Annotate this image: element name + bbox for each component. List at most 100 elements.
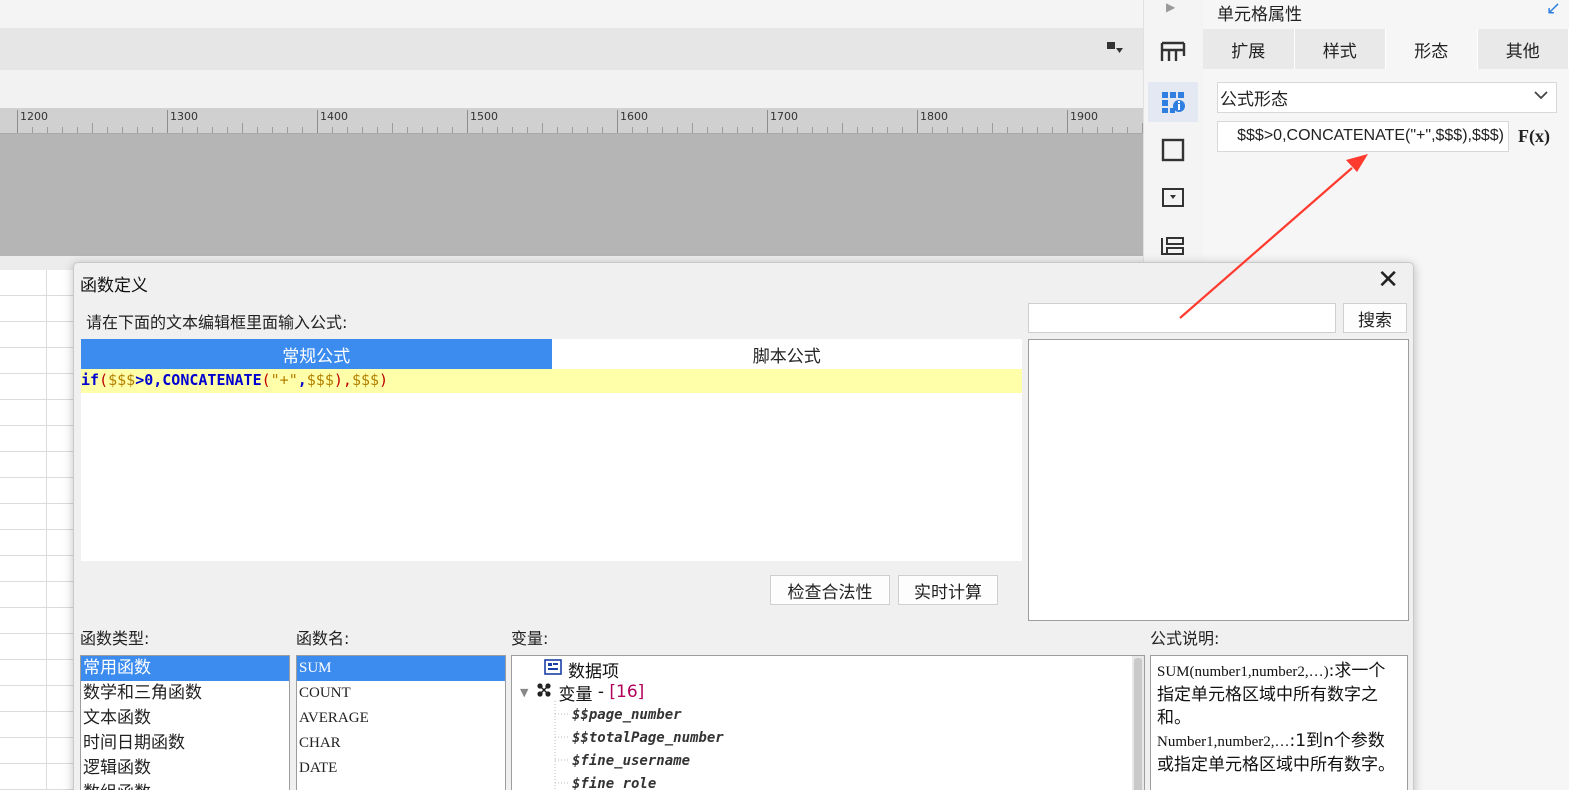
expand-arrow-icon[interactable]: ▶ — [1166, 0, 1175, 14]
tab-expand[interactable]: 扩展 — [1203, 29, 1295, 69]
list-item[interactable]: 文本函数 — [81, 706, 289, 731]
ruler-minor-tick — [797, 127, 798, 133]
ruler-minor-tick — [302, 127, 303, 133]
realtime-calc-button[interactable]: 实时计算 — [898, 575, 998, 605]
list-item[interactable]: SUM — [297, 656, 505, 681]
variable-scrollbar[interactable] — [1132, 656, 1144, 790]
ruler-minor-tick — [572, 127, 573, 133]
search-input[interactable] — [1028, 303, 1336, 333]
ruler-label: 1400 — [320, 110, 348, 123]
ruler-minor-tick — [362, 127, 363, 133]
tab-display[interactable]: 形态 — [1386, 29, 1478, 69]
ruler-minor-tick — [962, 127, 963, 133]
ruler-minor-tick — [782, 127, 783, 133]
function-definition-dialog: 函数定义 ✕ 请在下面的文本编辑框里面输入公式: 常规公式 脚本公式 if($$… — [73, 262, 1414, 790]
ruler-major-tick — [317, 110, 318, 133]
ruler-minor-tick — [707, 127, 708, 133]
ruler-label: 1600 — [620, 110, 648, 123]
tab-script-formula[interactable]: 脚本公式 — [552, 339, 1023, 369]
ruler-minor-tick — [197, 127, 198, 133]
function-name-list[interactable]: SUM COUNT AVERAGE CHAR DATE — [296, 655, 506, 790]
search-results[interactable] — [1028, 339, 1409, 621]
formula-editor[interactable]: if($$$>0,CONCATENATE("+",$$$),$$$) — [81, 369, 1022, 561]
ruler-minor-tick — [377, 127, 378, 133]
chevron-down-icon — [1534, 88, 1548, 104]
function-type-list[interactable]: 常用函数 数学和三角函数 文本函数 时间日期函数 逻辑函数 数组函数 — [80, 655, 290, 790]
list-item[interactable]: CHAR — [297, 731, 505, 756]
display-mode-value: 公式形态 — [1220, 90, 1288, 110]
list-item[interactable]: 时间日期函数 — [81, 731, 289, 756]
ruler-label: 1800 — [920, 110, 948, 123]
formula-editor-line: if($$$>0,CONCATENATE("+",$$$),$$$) — [81, 369, 1022, 393]
designer-top-strip — [0, 0, 1143, 28]
condition-icon[interactable] — [1148, 226, 1198, 266]
ruler-minor-tick — [872, 127, 873, 133]
ruler-minor-tick — [887, 127, 888, 133]
ruler-minor-tick — [1112, 127, 1113, 133]
tree-node-variable[interactable]: $fine_username — [572, 750, 690, 772]
ruler-minor-tick — [587, 127, 588, 133]
tree-node-variable[interactable]: $$totalPage_number — [572, 727, 724, 749]
ruler-minor-tick — [902, 127, 903, 133]
list-item[interactable]: COUNT — [297, 681, 505, 706]
ruler-label: 1900 — [1070, 110, 1098, 123]
scrollbar-thumb[interactable] — [1134, 658, 1142, 790]
pin-icon[interactable]: ↙ — [1546, 0, 1561, 19]
ruler-minor-tick — [647, 127, 648, 133]
ruler-minor-tick — [737, 127, 738, 133]
tree-node-variable[interactable]: $fine_role — [572, 773, 656, 790]
ruler-minor-tick — [257, 127, 258, 133]
border-icon[interactable] — [1148, 130, 1198, 170]
widget-icon[interactable] — [1148, 178, 1198, 218]
ruler-label: 1700 — [770, 110, 798, 123]
tab-regular-formula[interactable]: 常规公式 — [81, 339, 552, 369]
ruler-minor-tick — [452, 127, 453, 133]
panel-title: 单元格属性 — [1217, 5, 1302, 25]
sheet-grid[interactable] — [0, 270, 74, 790]
horizontal-ruler: 1200 1300 1400 1500 1600 1700 1800 1900 — [0, 108, 1143, 134]
tab-other[interactable]: 其他 — [1478, 29, 1569, 69]
check-validity-button[interactable]: 检查合法性 — [770, 575, 890, 605]
ruler-label: 1500 — [470, 110, 498, 123]
ruler-major-tick — [767, 110, 768, 133]
list-item[interactable]: AVERAGE — [297, 706, 505, 731]
tree-node-variable[interactable]: $$page_number — [572, 704, 682, 726]
ruler-minor-tick — [242, 123, 243, 133]
ruler-minor-tick — [827, 127, 828, 133]
list-item[interactable]: 逻辑函数 — [81, 756, 289, 781]
list-item[interactable]: DATE — [297, 756, 505, 781]
function-name-label: 函数名: — [296, 629, 350, 648]
cell-attribute-icon[interactable] — [1148, 82, 1198, 122]
display-mode-select[interactable]: 公式形态 — [1217, 82, 1557, 113]
close-icon[interactable]: ✕ — [1377, 265, 1399, 295]
variable-tree[interactable]: 数据项 ▼ 变量 - [16] $$page_number $$totalPag… — [511, 655, 1145, 790]
search-button[interactable]: 搜索 — [1343, 303, 1407, 333]
formula-input[interactable]: $$$>0,CONCATENATE("+",$$$),$$$) — [1217, 121, 1509, 152]
ruler-minor-tick — [752, 127, 753, 133]
ruler-minor-tick — [212, 127, 213, 133]
format-brush-icon[interactable] — [1106, 41, 1124, 59]
fx-button[interactable]: F(x) — [1517, 121, 1551, 152]
tree-guide-lines — [554, 701, 570, 790]
collapse-triangle-icon[interactable]: ▼ — [520, 686, 528, 699]
ruler-minor-tick — [182, 127, 183, 133]
fx-icon: F(x) — [1518, 126, 1550, 146]
list-item[interactable]: 数学和三角函数 — [81, 681, 289, 706]
tree-node-variables[interactable]: ▼ 变量 - [16] — [520, 681, 644, 705]
tree-label: $fine_username — [572, 753, 691, 769]
ruler-minor-tick — [272, 127, 273, 133]
tree-label: $fine_role — [572, 776, 657, 790]
tree-node-data-item[interactable]: 数据项 — [544, 658, 619, 682]
list-item[interactable]: 数组函数 — [81, 781, 289, 790]
tab-style[interactable]: 样式 — [1295, 29, 1386, 69]
designer-canvas[interactable] — [0, 134, 1143, 256]
ruler-minor-tick — [932, 127, 933, 133]
list-item[interactable]: 常用函数 — [81, 656, 289, 681]
formula-input-text: $$$>0,CONCATENATE("+",$$$),$$$) — [1237, 127, 1504, 144]
ruler-minor-tick — [692, 123, 693, 133]
ruler-minor-tick — [857, 127, 858, 133]
ruler-minor-tick — [527, 127, 528, 133]
ruler-minor-tick — [422, 127, 423, 133]
cell-layout-icon[interactable] — [1148, 32, 1198, 72]
description-signature: SUM(number1,number2,…) — [1157, 664, 1329, 680]
